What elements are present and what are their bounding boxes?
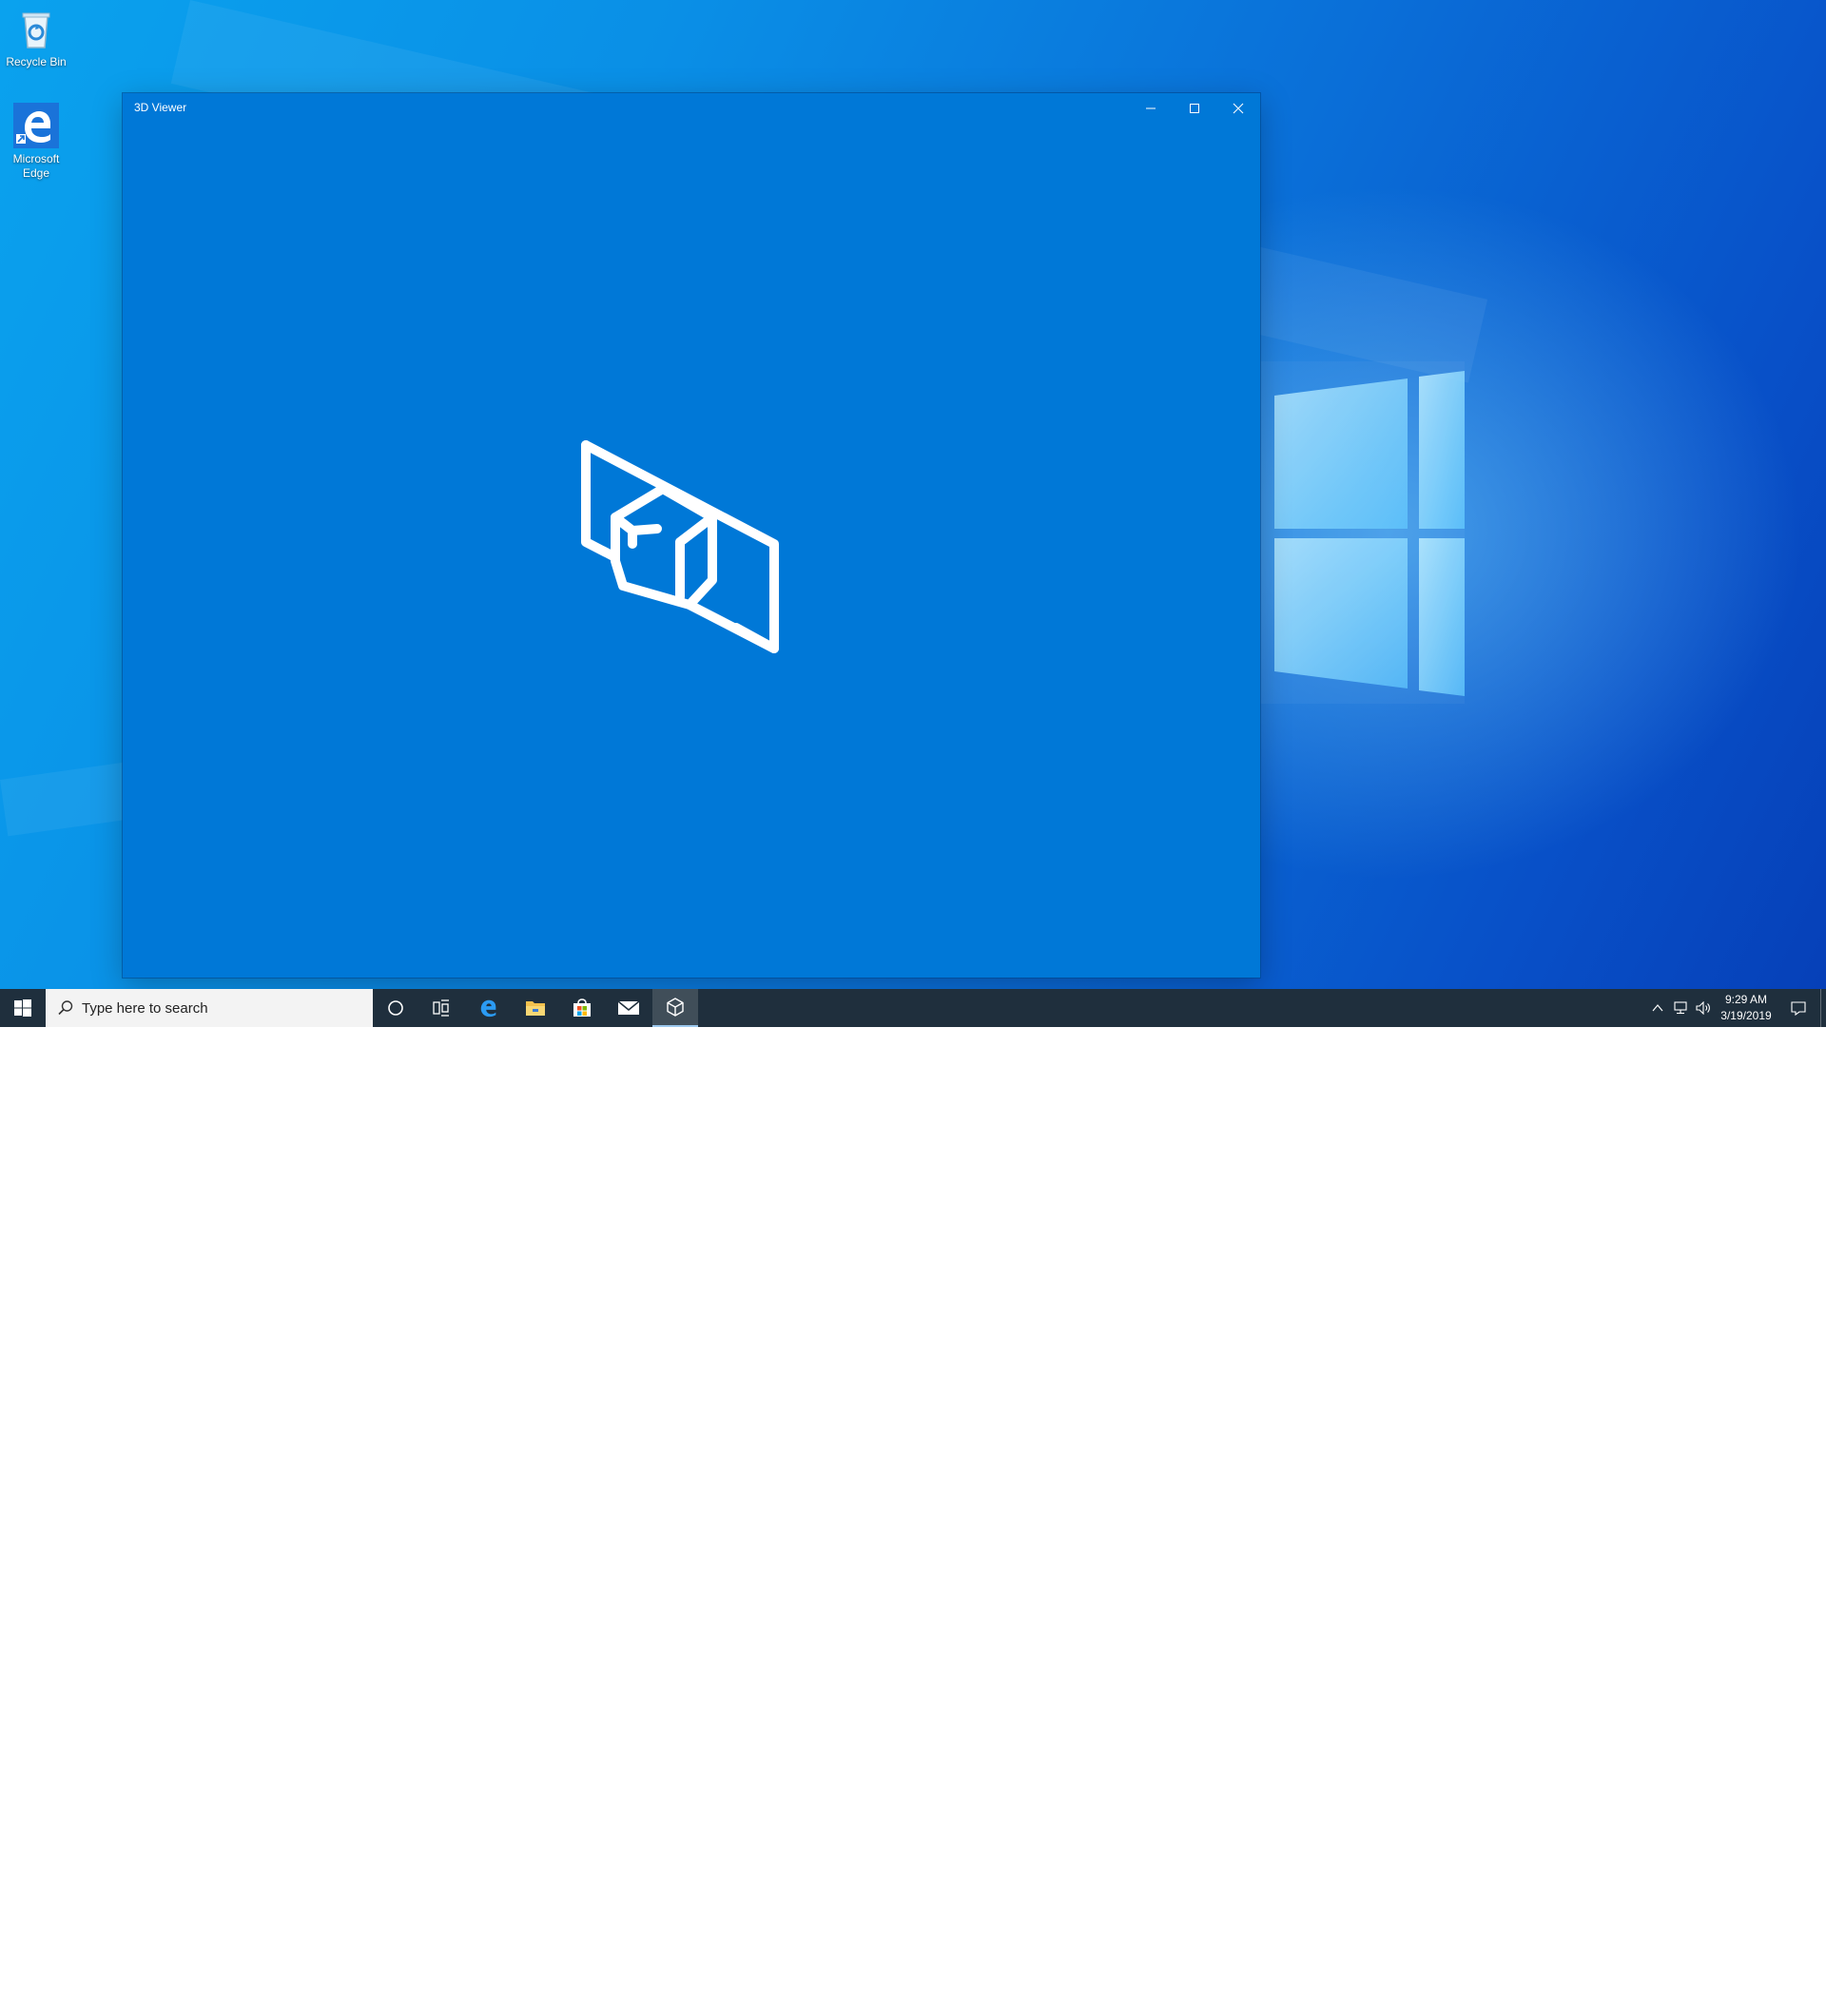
close-icon [1233,103,1244,114]
close-button[interactable] [1216,93,1260,124]
task-view-button[interactable] [418,989,464,1027]
taskbar: Type here to search TheCollectionBook 9:… [0,989,1826,2015]
taskbar-app-store[interactable] [559,989,605,1027]
mail-icon [617,1000,640,1015]
recycle-bin-icon [22,12,50,48]
desktop-icon-label: Microsoft Edge [12,152,60,180]
3d-viewer-splash-logo-icon [581,440,779,653]
3d-viewer-icon [667,998,684,1017]
clock-time: 9:29 AM [1724,993,1768,1006]
minimize-icon [1146,107,1156,109]
chevron-up-icon [1652,1004,1663,1012]
volume-icon [1696,1001,1710,1015]
watermark-text: TheCollectionBook [1638,1986,1782,2006]
maximize-button[interactable] [1173,93,1216,124]
action-center-button[interactable] [1784,989,1813,1027]
windows-start-icon [14,999,31,1017]
desktop-icon-microsoft-edge[interactable]: Microsoft Edge [0,103,72,181]
cortana-icon [388,1000,403,1016]
notification-icon [1791,1001,1806,1016]
cortana-button[interactable] [373,989,418,1027]
volume-button[interactable] [1693,989,1714,1027]
title-bar[interactable]: 3D Viewer [123,93,1260,124]
clock-date: 3/19/2019 [1720,1009,1772,1022]
maximize-icon [1190,104,1199,113]
windows-logo-wallpaper [1255,361,1465,704]
network-button[interactable] [1670,989,1691,1027]
search-placeholder: Type here to search [82,999,208,1017]
show-desktop-button[interactable] [1820,989,1826,1027]
taskbar-app-3d-viewer[interactable] [652,989,698,1027]
desktop-icon-label: Recycle Bin [6,55,67,68]
start-button[interactable] [0,989,46,1027]
watermark: TheCollectionBook [1586,1976,1781,2016]
network-icon [1674,1001,1687,1015]
task-view-icon [433,999,449,1017]
taskbar-app-file-explorer[interactable] [513,989,558,1027]
edge-icon [13,103,59,148]
book-logo-icon [1590,1982,1630,2015]
tray-overflow-button[interactable] [1647,989,1668,1027]
store-icon [573,998,591,1017]
taskbar-search-box[interactable]: Type here to search [46,989,373,1027]
desktop-icon-recycle-bin[interactable]: Recycle Bin [0,6,72,69]
taskbar-app-edge[interactable] [466,989,512,1027]
file-explorer-icon [526,1001,545,1016]
search-icon [58,1000,73,1016]
edge-icon [480,999,496,1018]
taskbar-app-mail[interactable] [606,989,651,1027]
window-title: 3D Viewer [134,101,187,114]
minimize-button[interactable] [1129,93,1173,124]
app-window-3d-viewer[interactable]: 3D Viewer [123,93,1260,978]
system-clock[interactable]: 9:29 AM 3/19/2019 [1712,992,1780,1024]
